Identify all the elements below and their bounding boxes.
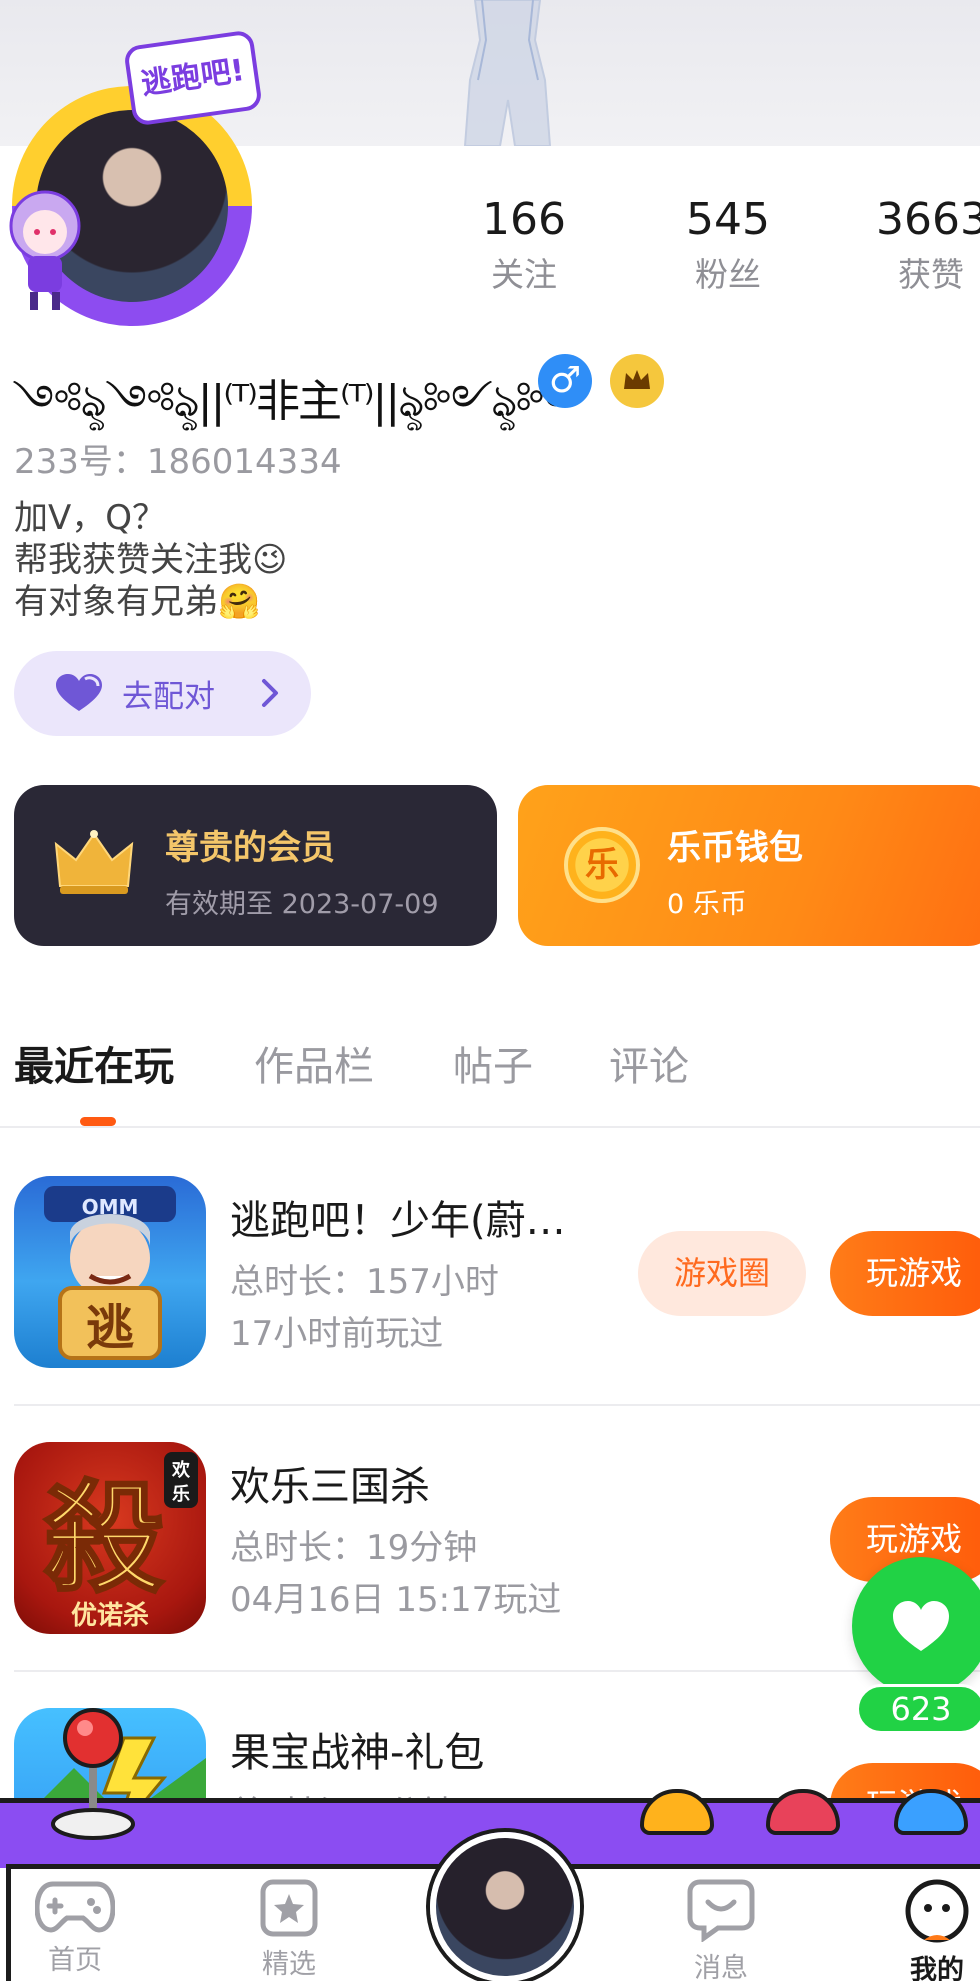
member-card-title: 尊贵的会员 [165,828,335,868]
vip-crown-icon[interactable] [610,354,664,408]
nav-featured[interactable]: 精选 [214,1878,364,1981]
banner-figure-art [463,0,552,146]
game-icon[interactable]: OMM 逃 [14,1176,206,1368]
stat-following-label: 关注 [491,255,557,294]
heart-icon [56,674,102,711]
game-circle-button[interactable]: 游戏圈 [638,1231,806,1316]
game-playtime: 总时长：19分钟 [230,1528,478,1568]
nav-home-label: 首页 [48,1945,102,1976]
stat-followers-label: 粉丝 [695,255,761,294]
game-name: 果宝战神-礼包 [230,1730,485,1776]
chevron-right-icon [262,679,278,707]
wallet-card-balance: 0 乐币 [667,889,747,920]
bio-line: 加V，Q？ [14,498,167,538]
vip-member-card[interactable]: 尊贵的会员 有效期至 2023-07-09 [14,785,497,946]
stat-likes[interactable]: 3663 获赞 [852,192,980,298]
wallet-card[interactable]: 乐 乐币钱包 0 乐币 [518,785,980,946]
game-playtime: 总时长：157小时 [230,1262,499,1302]
tab-works[interactable]: 作品栏 [254,1034,374,1092]
nav-messages[interactable]: 消息 [646,1878,796,1981]
game-name: 欢乐三国杀 [230,1464,430,1510]
profile-uid: 233号：186014334 [14,442,342,482]
tabs-divider [0,1126,980,1128]
stat-followers-count: 545 [686,194,770,245]
game-icon-caption: 优诺杀 [71,1600,149,1631]
nav-me-label: 我的 [910,1955,964,1981]
star-icon [260,1879,318,1937]
nav-messages-label: 消息 [694,1953,748,1981]
bio-line: 帮我获赞关注我😉 [14,540,288,580]
face-icon [905,1879,969,1943]
stat-following-count: 166 [482,194,566,245]
tab-comments[interactable]: 评论 [609,1034,689,1092]
coin-icon: 乐 [564,827,640,903]
svg-text:欢: 欢 [171,1460,191,1481]
profile-bio: 加V，Q？ 帮我获赞关注我😉 有对象有兄弟🤗 [14,497,287,623]
tab-recently-played[interactable]: 最近在玩 [14,1034,174,1092]
game-list-item[interactable]: 殺 欢 乐 优诺杀 欢乐三国杀 总时长：19分钟 04月16日 15:17玩过 … [0,1442,980,1708]
gamepad-icon [35,1881,115,1933]
floating-like-button[interactable] [852,1557,980,1695]
wallet-card-title: 乐币钱包 [667,828,803,868]
tab-posts[interactable]: 帖子 [453,1034,533,1092]
heart-icon [893,1601,949,1651]
bio-line: 有对象有兄弟🤗 [14,582,261,622]
gender-male-icon: ♂ [538,354,592,408]
match-button-label: 去配对 [122,679,215,715]
stat-followers[interactable]: 545 粉丝 [648,192,808,298]
avatar-frame-badge: 逃跑吧! [123,29,263,127]
game-icon-glyph: 逃 [86,1300,134,1356]
game-list-item[interactable]: OMM 逃 逃跑吧！少年(蔚… 总时长：157小时 17小时前玩过 游戏圈 玩游… [0,1176,980,1442]
nav-featured-label: 精选 [262,1949,316,1980]
nav-center-avatar[interactable] [430,1832,580,1981]
joystick-decoration [51,1708,135,1840]
play-game-button[interactable]: 玩游戏 [830,1231,980,1316]
game-icon[interactable]: 殺 欢 乐 优诺杀 [14,1442,206,1634]
crown-icon [54,830,134,894]
floating-like-count: 623 [856,1684,980,1734]
stat-following[interactable]: 166 关注 [444,192,604,298]
svg-text:乐: 乐 [172,1484,190,1505]
profile-avatar[interactable]: 逃跑吧! [0,29,270,328]
game-last-played: 17小时前玩过 [230,1314,444,1354]
stat-likes-label: 获赞 [898,255,964,294]
member-card-expiry: 有效期至 2023-07-09 [165,889,439,920]
nav-me[interactable]: 我的 [862,1878,980,1981]
mascot-sticker [9,190,81,310]
list-divider [14,1404,980,1406]
list-divider [14,1670,980,1672]
game-name: 逃跑吧！少年(蔚… [230,1198,566,1244]
game-icon-glyph: 殺 [44,1468,164,1609]
chat-icon [687,1879,755,1942]
game-last-played: 04月16日 15:17玩过 [230,1580,562,1620]
tab-active-indicator [80,1117,116,1126]
match-button[interactable]: 去配对 [14,651,311,736]
nav-home[interactable]: 首页 [0,1878,150,1977]
stat-likes-count: 3663 [876,194,980,245]
